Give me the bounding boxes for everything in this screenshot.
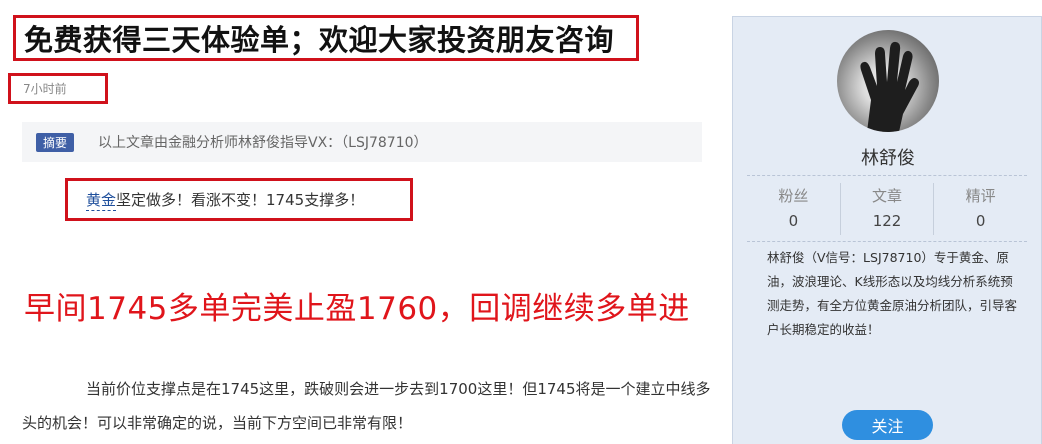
stat-label: 粉丝 (778, 187, 809, 205)
stat-reviews: 精评 0 (934, 183, 1027, 235)
divider (747, 175, 1027, 176)
article-title-box: 免费获得三天体验单；欢迎大家投资朋友咨询 (13, 15, 639, 61)
stat-value: 0 (788, 212, 799, 230)
stat-label: 精评 (965, 187, 996, 205)
author-avatar[interactable] (837, 30, 939, 132)
article-headline: 早间1745多单完美止盈1760，回调继续多单进 (24, 291, 690, 327)
author-bio: 林舒俊（V信号：LSJ78710）专于黄金、原油，波浪理论、K线形态以及均线分析… (767, 250, 1018, 337)
divider (747, 241, 1027, 242)
author-stats: 粉丝 0 文章 122 精评 0 (747, 183, 1027, 235)
article-paragraph: 当前价位支撑点是在1745这里，跌破则会进一步去到1700这里！但1745将是一… (22, 380, 711, 432)
gold-link[interactable]: 黄金 (86, 189, 117, 211)
article-page: 免费获得三天体验单；欢迎大家投资朋友咨询 7小时前 摘要 以上文章由金融分析师林… (0, 0, 1042, 444)
summary-tag: 摘要 (36, 132, 75, 152)
stat-label: 文章 (872, 187, 903, 205)
stat-fans: 粉丝 0 (747, 183, 841, 235)
author-name[interactable]: 林舒俊 (733, 144, 1042, 170)
stat-articles: 文章 122 (841, 183, 935, 235)
stat-value: 0 (975, 212, 986, 230)
summary-text: 以上文章由金融分析师林舒俊指导VX：（LSJ78710） (98, 135, 428, 151)
quote-text: 坚定做多！看涨不变！1745支撑多！ (116, 191, 365, 209)
author-card: 林舒俊 粉丝 0 文章 122 精评 0 林舒俊（V信号：LSJ78710）专于… (732, 16, 1042, 444)
summary-bar: 摘要 以上文章由金融分析师林舒俊指导VX：（LSJ78710） (22, 122, 702, 162)
stat-value: 122 (872, 212, 902, 230)
follow-button[interactable]: 关注 (842, 410, 933, 440)
publish-time: 7小时前 (8, 73, 108, 104)
highlight-quote: 黄金 坚定做多！看涨不变！1745支撑多！ (65, 178, 413, 221)
hand-silhouette-icon (860, 41, 919, 132)
article-title: 免费获得三天体验单；欢迎大家投资朋友咨询 (24, 23, 615, 57)
